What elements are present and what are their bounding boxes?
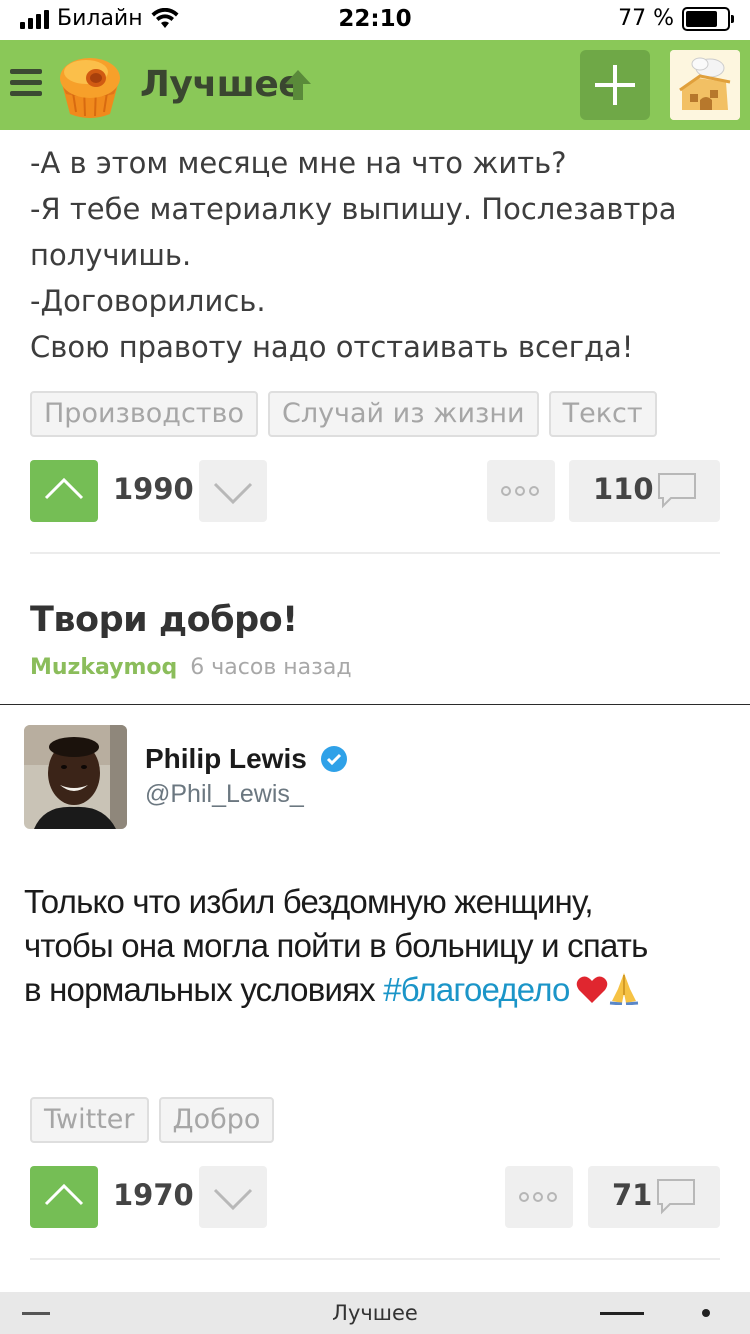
post-line: -А в этом месяце мне на что жить?	[30, 146, 567, 180]
bottom-bar: Лучшее	[0, 1292, 750, 1334]
comments-button[interactable]: 71	[588, 1166, 720, 1228]
chevron-up-icon	[44, 1183, 84, 1206]
post-title[interactable]: Твори добро!	[30, 600, 298, 640]
tag[interactable]: Текст	[548, 391, 657, 437]
tweet-author-name: Philip Lewis	[145, 743, 307, 774]
post-tags: Twitter Добро	[30, 1097, 275, 1143]
logo-cupcake-icon[interactable]	[56, 50, 124, 120]
post-line: Свою правоту надо отстаивать всегда!	[30, 330, 634, 364]
downvote-button[interactable]	[199, 1166, 267, 1228]
dot-icon[interactable]	[702, 1309, 710, 1317]
post-body: -А в этом месяце мне на что жить? -Я теб…	[30, 140, 730, 370]
user-avatar[interactable]	[670, 50, 740, 120]
more-dots-icon	[501, 486, 539, 496]
post-meta: Muzkaymoq 6 часов назад	[30, 655, 352, 680]
more-dots-icon	[519, 1192, 557, 1202]
status-bar: Билайн 22:10 77 %	[0, 0, 750, 40]
tweet-line: Только что избил бездомную женщину,	[24, 883, 594, 920]
arrow-up-icon[interactable]	[283, 68, 313, 102]
post-time: 6 часов назад	[190, 655, 352, 680]
hamburger-menu-icon[interactable]	[10, 69, 42, 99]
praying-hands-emoji-icon	[609, 973, 638, 1005]
downvote-button[interactable]	[199, 460, 267, 522]
post-divider	[30, 552, 720, 554]
verified-badge-icon	[321, 746, 347, 772]
chevron-down-icon	[213, 482, 253, 505]
tweet-line-text: в нормальных условиях	[24, 971, 384, 1008]
comments-count: 71	[612, 1178, 653, 1212]
person-photo-icon	[24, 725, 127, 829]
more-options-button[interactable]	[505, 1166, 573, 1228]
comment-bubble-icon	[657, 1179, 695, 1215]
tweet-profile-photo	[24, 725, 127, 829]
post-divider	[30, 1258, 720, 1260]
heart-emoji-icon	[576, 976, 607, 1003]
tweet-line-3: в нормальных условиях #благоедело	[24, 968, 724, 1012]
add-post-button[interactable]	[580, 50, 650, 120]
dash-icon[interactable]	[600, 1312, 644, 1315]
post-author[interactable]: Muzkaymoq	[30, 655, 177, 680]
tag[interactable]: Добро	[158, 1097, 275, 1143]
tweet-line: чтобы она могла пойти в больницу и спать	[24, 927, 648, 964]
battery-percent: 77 %	[618, 6, 674, 31]
upvote-button[interactable]	[30, 1166, 98, 1228]
tag[interactable]: Twitter	[30, 1097, 149, 1143]
chevron-down-icon	[213, 1188, 253, 1211]
chevron-up-icon	[44, 477, 84, 500]
tag[interactable]: Производство	[30, 391, 258, 437]
tweet-hashtag: #благоедело	[383, 971, 570, 1008]
post-line: -Договорились.	[30, 284, 266, 318]
page-title[interactable]: Лучшее	[140, 64, 303, 105]
post-image-tweet[interactable]: Philip Lewis @Phil_Lewis_ Только что изб…	[0, 704, 750, 1062]
comments-count: 110	[593, 472, 654, 506]
post-tags: Производство Случай из жизни Текст	[30, 391, 657, 437]
tweet-text: Только что избил бездомную женщину, чтоб…	[24, 880, 724, 1012]
upvote-button[interactable]	[30, 460, 98, 522]
rating-count: 1990	[113, 472, 194, 506]
comment-bubble-icon	[658, 473, 696, 509]
post-line: получишь.	[30, 238, 192, 272]
more-options-button[interactable]	[487, 460, 555, 522]
app-header: Лучшее	[0, 40, 750, 130]
tag[interactable]: Случай из жизни	[267, 391, 539, 437]
battery-icon	[682, 6, 734, 31]
post-line: -Я тебе материалку выпишу. Послезавтра	[30, 192, 677, 226]
comments-button[interactable]: 110	[569, 460, 720, 522]
post-actions: 1970 71	[30, 1166, 720, 1228]
rating-count: 1970	[113, 1178, 194, 1212]
post-actions: 1990 110	[30, 460, 720, 522]
avatar-house-icon	[670, 50, 740, 120]
status-right: 77 %	[618, 6, 734, 31]
tweet-author-handle: @Phil_Lewis_	[145, 780, 304, 808]
